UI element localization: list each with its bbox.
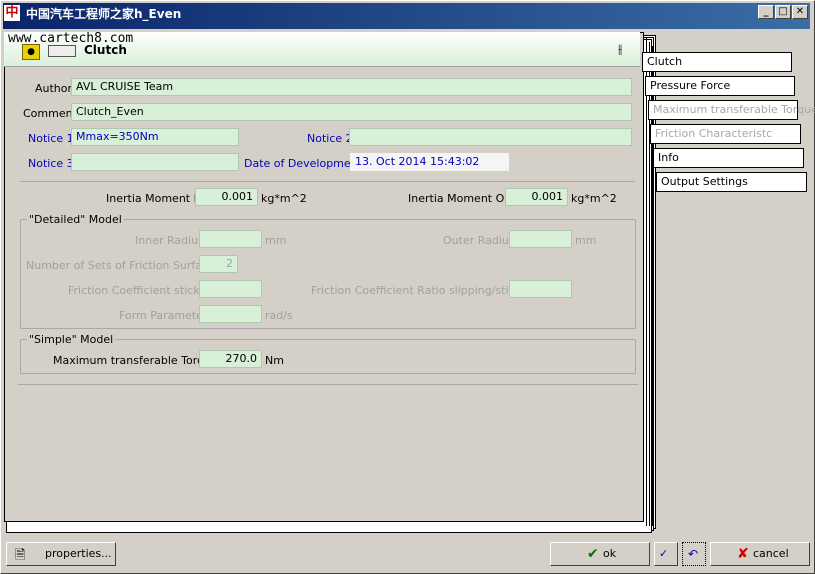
- outer-radius-label: Outer Radius: [443, 234, 515, 247]
- notice2-field[interactable]: [349, 128, 632, 146]
- tab-max-transferable-torque[interactable]: Maximum transferable Torque: [648, 100, 815, 120]
- spellcheck-button[interactable]: ✓: [654, 542, 678, 566]
- cancel-button[interactable]: ✘ cancel: [710, 542, 810, 566]
- tab-pressure-force[interactable]: Pressure Force: [645, 76, 795, 96]
- detailed-model-title: "Detailed" Model: [27, 213, 124, 226]
- fc-ratio-field[interactable]: [509, 280, 572, 298]
- inner-radius-label: Inner Radius: [135, 234, 204, 247]
- simple-model-title: "Simple" Model: [27, 333, 116, 346]
- lock-icon[interactable]: ●: [22, 44, 40, 60]
- pin-icon[interactable]: ⫲: [618, 42, 622, 57]
- inertia-out-field[interactable]: 0.001: [505, 188, 568, 206]
- inertia-in-unit: kg*m^2: [261, 192, 307, 205]
- inertia-in-field[interactable]: 0.001: [195, 188, 258, 206]
- properties-icon: 🗎: [15, 548, 26, 563]
- max-torque-unit: Nm: [265, 354, 284, 367]
- tab-info[interactable]: Info: [653, 148, 804, 168]
- max-torque-field[interactable]: 270.0: [199, 350, 262, 368]
- inertia-out-label: Inertia Moment Out: [408, 192, 516, 205]
- checkmark-icon: ✔: [587, 546, 599, 562]
- inner-radius-unit: mm: [265, 234, 287, 247]
- form-parameter-field[interactable]: [199, 305, 262, 323]
- friction-sets-label: Number of Sets of Friction Surfaces: [26, 259, 221, 272]
- max-torque-label: Maximum transferable Torque: [53, 354, 218, 367]
- app-icon: 中: [4, 5, 20, 21]
- friction-sets-field[interactable]: 2: [199, 255, 238, 273]
- undo-icon: ↶: [688, 547, 699, 561]
- date-label: Date of Development: [244, 157, 362, 170]
- inertia-out-unit: kg*m^2: [571, 192, 617, 205]
- separator: [18, 384, 638, 385]
- undo-button[interactable]: ↶: [682, 542, 706, 566]
- fc-sticking-label: Friction Coefficient sticking: [68, 284, 217, 297]
- ok-label: ok: [603, 547, 617, 560]
- window-title: 中国汽车工程师之家h_Even: [26, 7, 182, 21]
- fc-sticking-field[interactable]: [199, 280, 262, 298]
- inner-radius-field[interactable]: [199, 230, 262, 248]
- properties-button[interactable]: 🗎 properties...: [6, 542, 116, 566]
- tab-output-settings[interactable]: Output Settings: [656, 172, 807, 192]
- outer-radius-unit: mm: [575, 234, 597, 247]
- spellcheck-icon: ✓: [659, 547, 669, 560]
- separator: [20, 181, 635, 182]
- tab-edge: [655, 50, 656, 526]
- cancel-label: cancel: [753, 547, 789, 560]
- notice1-field[interactable]: Mmax=350Nm: [71, 128, 239, 146]
- clutch-component-icon: [48, 45, 76, 57]
- ok-button[interactable]: ✔ ok: [550, 542, 650, 566]
- author-field[interactable]: AVL CRUISE Team: [71, 78, 632, 96]
- notice3-field[interactable]: [71, 153, 239, 171]
- maximize-button[interactable]: □: [775, 5, 791, 19]
- comment-label: Comment: [23, 107, 77, 120]
- tab-clutch[interactable]: Clutch: [642, 52, 792, 72]
- comment-field[interactable]: Clutch_Even: [71, 103, 632, 121]
- form-parameter-unit: rad/s: [265, 309, 293, 322]
- page-title: Clutch: [84, 43, 127, 57]
- notice3-label: Notice 3: [28, 157, 74, 170]
- author-label: Author: [35, 82, 73, 95]
- outer-radius-field[interactable]: [509, 230, 572, 248]
- tab-edge: [646, 38, 647, 526]
- cancel-x-icon: ✘: [737, 546, 749, 562]
- date-field: 13. Oct 2014 15:43:02: [350, 153, 509, 171]
- minimize-button[interactable]: _: [758, 5, 774, 19]
- notice2-label: Notice 2: [307, 132, 353, 145]
- close-button[interactable]: ✕: [792, 5, 808, 19]
- fc-ratio-label: Friction Coefficient Ratio slipping/stic…: [311, 284, 538, 297]
- tab-friction-characteristic[interactable]: Friction Characteristc: [650, 124, 801, 144]
- form-parameter-label: Form Parameter: [119, 309, 208, 322]
- inertia-in-label: Inertia Moment In: [106, 192, 204, 205]
- properties-label: properties...: [45, 547, 112, 560]
- notice1-label: Notice 1: [28, 132, 74, 145]
